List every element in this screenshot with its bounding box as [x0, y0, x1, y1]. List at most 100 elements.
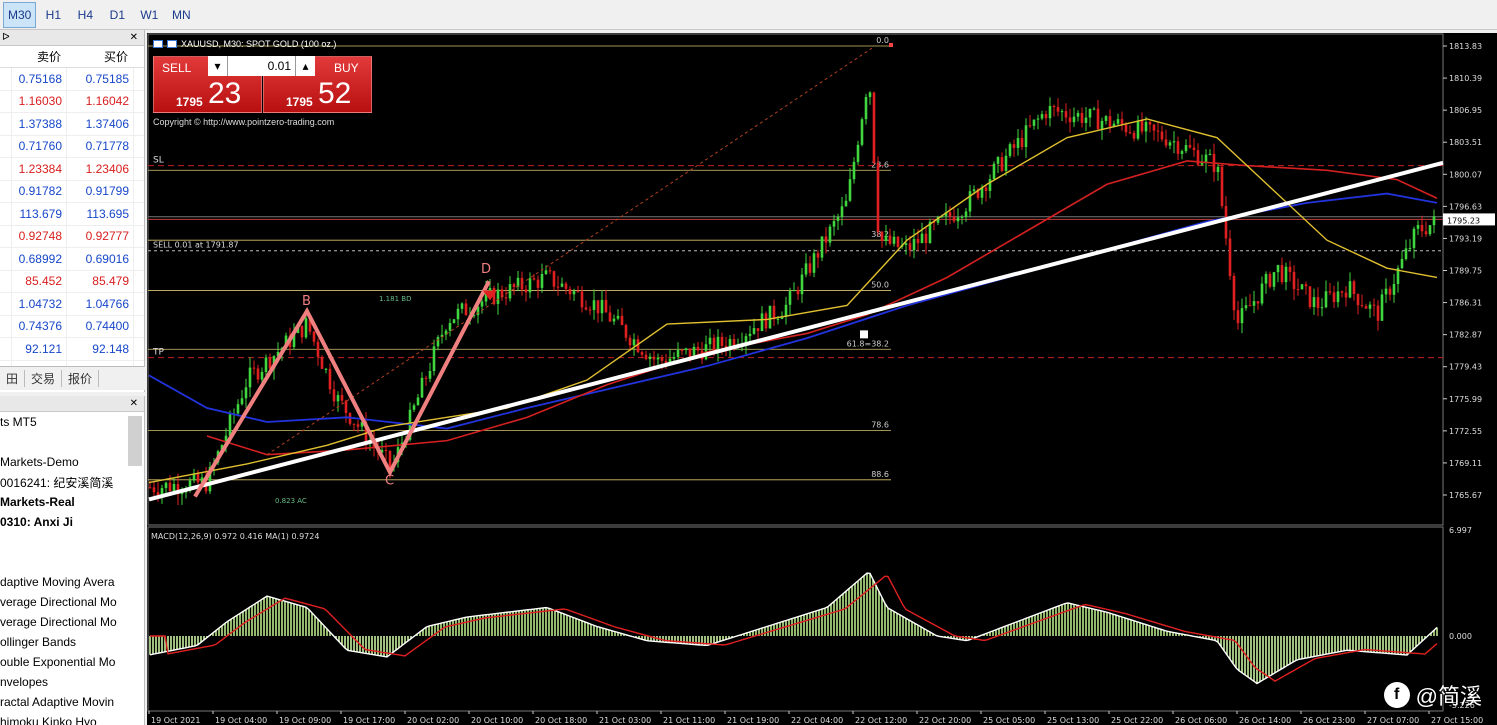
navigator-item[interactable]: 0016241: 纪安溪简溪 [0, 472, 144, 492]
candle-body [1428, 225, 1432, 235]
symbol-cell [0, 248, 12, 270]
chart-canvas[interactable]: 1813.83 1810.39 1806.95 1803.51 1800.07 1796.… [147, 33, 1497, 725]
candle-body [788, 291, 792, 305]
candle-body [248, 367, 252, 388]
candle-body [768, 305, 772, 329]
bid-cell: 1.16030 [12, 90, 67, 112]
macd-title: MACD(12,26,9) 0.972 0.416 MA(1) 0.9724 [151, 532, 319, 541]
tab-symbols[interactable]: 田 [0, 370, 26, 387]
ma-yellow-line [148, 118, 1438, 484]
candle-body [644, 354, 648, 360]
candle-body [708, 337, 712, 345]
candle-body [616, 315, 620, 319]
navigator-item[interactable]: himoku Kinko Hyo [0, 712, 144, 725]
market-watch-panel: ᐅ ✕ 卖价 买价 0.75168 0.75185 1.16030 1.16042 1.… [0, 30, 145, 392]
price-tick-label: 1772.55 [1449, 427, 1482, 436]
list-item[interactable]: 0.92748 0.92777 [0, 225, 144, 248]
navigator-item[interactable] [0, 552, 144, 572]
candle-body [1288, 266, 1292, 272]
candle-body [996, 157, 1000, 164]
navigator-item[interactable]: verage Directional Mo [0, 592, 144, 612]
list-item[interactable]: 0.74376 0.74400 [0, 315, 144, 338]
list-item[interactable]: 1.16030 1.16042 [0, 90, 144, 113]
navigator-item[interactable]: nvelopes [0, 672, 144, 692]
sell-price-small: 1795 [176, 95, 203, 109]
one-click-trading-panel: SELL 1795 23 BUY 1795 52 ▾ 0.01 ▴ [153, 56, 372, 116]
candle-body [1176, 141, 1180, 154]
candle-body [172, 484, 176, 492]
candle-body [1324, 291, 1328, 308]
close-icon[interactable]: ✕ [130, 398, 138, 409]
price-chart[interactable]: 1813.83 1810.39 1806.95 1803.51 1800.07 1796.… [147, 33, 1497, 725]
candle-body [480, 301, 484, 307]
close-icon[interactable]: ✕ [130, 32, 138, 43]
navigator-item[interactable]: daptive Moving Avera [0, 572, 144, 592]
list-item[interactable]: 92.121 92.148 [0, 338, 144, 361]
navigator-item[interactable] [0, 432, 144, 452]
tf-h1-button[interactable]: H1 [38, 2, 68, 28]
navigator-scrollbar[interactable] [128, 416, 142, 466]
candle-body [720, 336, 724, 346]
navigator-item[interactable]: ts MT5 [0, 412, 144, 432]
ask-column-header[interactable]: 买价 [67, 46, 134, 67]
bid-column-header[interactable]: 卖价 [12, 46, 67, 67]
candle-body [1384, 288, 1388, 295]
tf-w1-button[interactable]: W1 [134, 2, 164, 28]
time-tick-label: 25 Oct 05:00 [983, 716, 1035, 725]
candle-body [648, 356, 652, 360]
macd-signal-line [150, 575, 1438, 682]
candle-body [820, 236, 824, 258]
time-tick-label: 21 Oct 19:00 [727, 716, 779, 725]
navigator-item[interactable]: ouble Exponential Mo [0, 652, 144, 672]
candle-body [1160, 131, 1164, 140]
price-tick-label: 1800.07 [1449, 170, 1482, 179]
time-tick-label: 21 Oct 03:00 [599, 716, 651, 725]
lot-value[interactable]: 0.01 [228, 59, 295, 73]
candle-body [656, 357, 660, 360]
list-item[interactable]: 1.04732 1.04766 [0, 293, 144, 316]
candle-body [880, 231, 884, 241]
candle-body [748, 333, 752, 337]
tf-d1-button[interactable]: D1 [102, 2, 132, 28]
candle-body [1252, 301, 1256, 306]
lot-increase-icon[interactable]: ▴ [295, 56, 315, 76]
tf-h4-button[interactable]: H4 [70, 2, 100, 28]
candle-body [152, 487, 156, 493]
ask-cell: 1.16042 [67, 90, 134, 112]
navigator-item[interactable]: ractal Adaptive Movin [0, 692, 144, 712]
candle-body [1108, 116, 1112, 127]
candle-body [600, 299, 604, 314]
candle-body [552, 271, 556, 287]
navigator-item[interactable]: Markets-Real [0, 492, 144, 512]
list-item[interactable]: 0.75168 0.75185 [0, 68, 144, 91]
list-item[interactable]: 0.68992 0.69016 [0, 248, 144, 271]
navigator-item[interactable]: Markets-Demo [0, 452, 144, 472]
list-item[interactable]: 0.71760 0.71778 [0, 135, 144, 158]
list-item[interactable]: 1.37388 1.37406 [0, 113, 144, 136]
lot-decrease-icon[interactable]: ▾ [208, 56, 228, 76]
candle-body [416, 397, 420, 406]
list-item[interactable]: 113.679 113.695 [0, 203, 144, 226]
list-item[interactable]: 85.452 85.479 [0, 270, 144, 293]
lot-size-field[interactable]: ▾ 0.01 ▴ [208, 56, 315, 76]
candle-body [1000, 157, 1004, 171]
tf-m30-button[interactable]: M30 [3, 1, 37, 28]
tab-quotes[interactable]: 报价 [62, 370, 100, 387]
candle-body [972, 189, 976, 192]
navigator-item[interactable]: 0310: Anxi Ji [0, 512, 144, 532]
price-tick-label: 1769.11 [1449, 459, 1482, 468]
candle-body [964, 211, 968, 217]
price-tick-label: 1765.67 [1449, 491, 1482, 500]
tab-trade[interactable]: 交易 [25, 370, 63, 387]
ask-cell: 85.479 [67, 270, 134, 292]
candle-body [584, 307, 588, 310]
list-item[interactable]: 0.91782 0.91799 [0, 180, 144, 203]
candle-body [604, 299, 608, 313]
navigator-item[interactable]: ollinger Bands [0, 632, 144, 652]
tf-mn-button[interactable]: MN [166, 2, 196, 28]
list-item[interactable]: 1.23384 1.23406 [0, 158, 144, 181]
candle-body [536, 279, 540, 288]
candle-body [532, 278, 536, 280]
navigator-item[interactable] [0, 532, 144, 552]
navigator-item[interactable]: verage Directional Mo [0, 612, 144, 632]
